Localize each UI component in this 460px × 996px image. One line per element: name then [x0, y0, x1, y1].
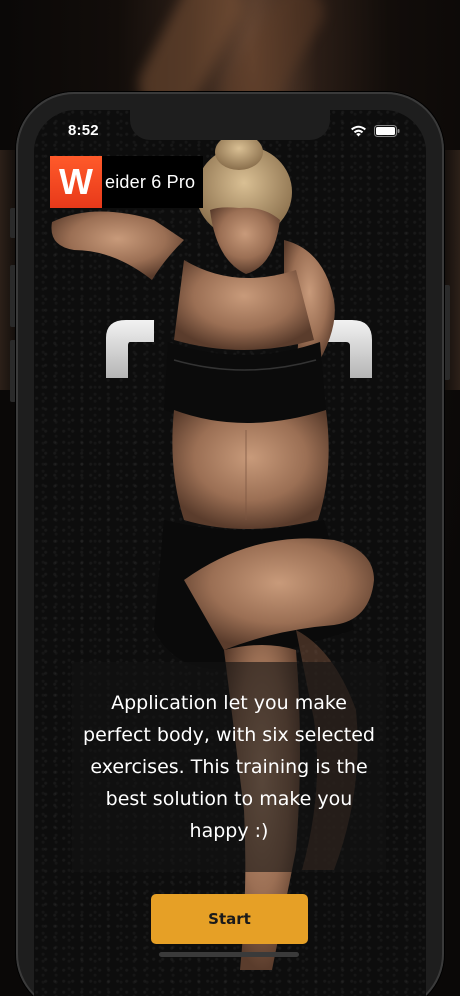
wifi-icon [350, 125, 367, 137]
status-icons [350, 125, 400, 137]
app-logo: W eider 6 Pro [50, 156, 204, 208]
phone-power-button [444, 285, 450, 380]
battery-icon [374, 125, 400, 137]
description-panel: Application let you make perfect body, w… [72, 662, 386, 872]
start-button[interactable]: Start [151, 894, 308, 944]
logo-w-icon: W [50, 156, 102, 208]
status-bar: 8:52 [34, 110, 426, 154]
description-text: Application let you make perfect body, w… [83, 692, 375, 842]
home-indicator [159, 952, 299, 957]
phone-screen: 8:52 W eider 6 Pro Application let you m… [34, 110, 426, 996]
status-time: 8:52 [68, 122, 99, 139]
app-store-screenshot: 8:52 W eider 6 Pro Application let you m… [0, 0, 460, 996]
logo-text: eider 6 Pro [105, 171, 196, 192]
